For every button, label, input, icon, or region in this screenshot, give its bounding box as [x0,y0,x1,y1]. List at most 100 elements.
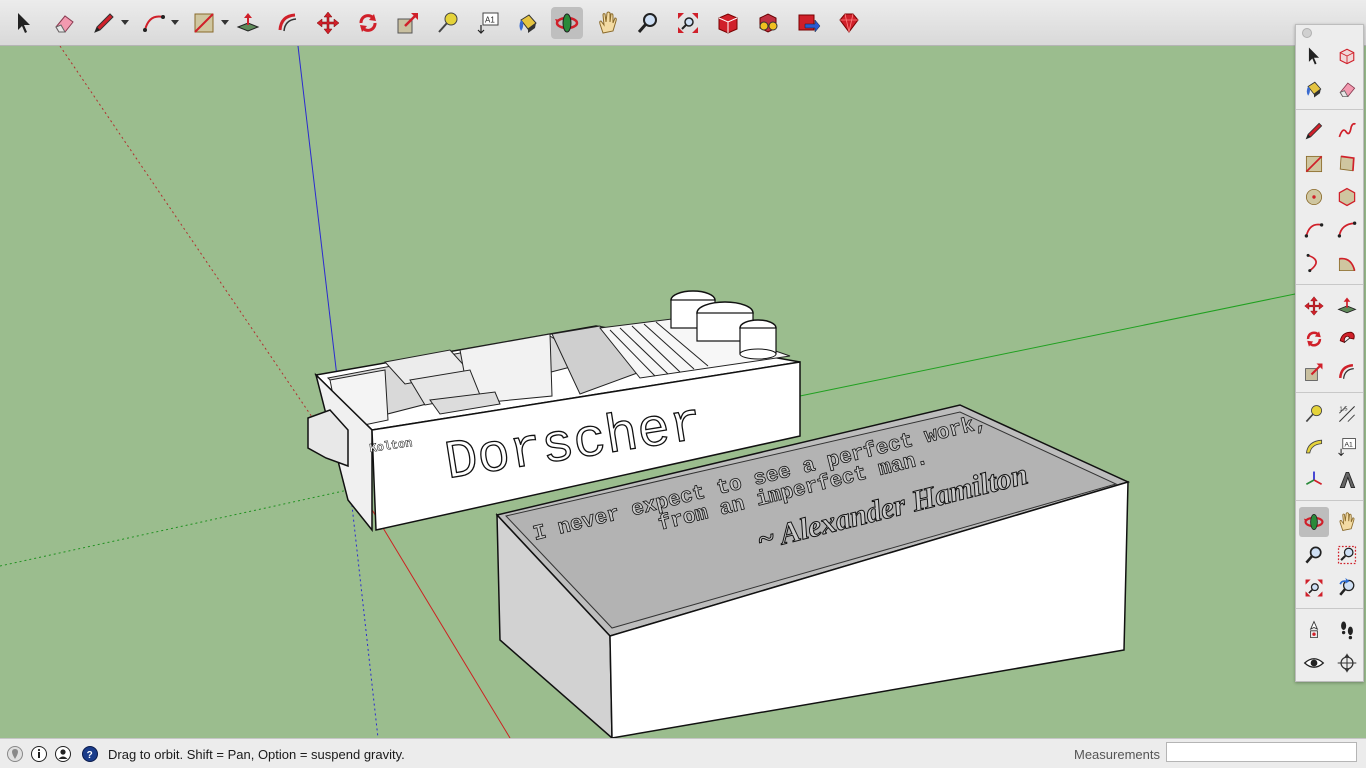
user-button[interactable] [55,746,71,762]
ruby-console-tool-button[interactable] [832,7,864,39]
palette-arc-button[interactable] [1299,215,1329,245]
palette-component-button[interactable] [1332,41,1362,71]
extension-icon [759,13,778,33]
palette-text-a1-button[interactable]: A1 [1332,432,1362,462]
text-tool-button[interactable]: A1 [472,7,504,39]
magnifier-icon [1305,546,1322,564]
zoom-extents-icon [1305,579,1323,597]
share-icon [798,14,821,33]
credits-icon [31,746,47,762]
axes-icon [1305,471,1323,485]
palette-3d-text-button[interactable] [1332,465,1362,495]
push-pull-icon [1337,297,1357,314]
move-tool-button[interactable] [312,7,344,39]
palette-offset-button[interactable] [1332,357,1362,387]
model-canvas[interactable]: I never expect to see a perfect work, fr… [0,46,1366,738]
zoom-extents-tool-button[interactable] [672,7,704,39]
palette-three-point-arc-button[interactable] [1299,248,1329,278]
push-pull-tool-button[interactable] [232,7,264,39]
red-axis-negative [59,46,349,471]
protractor-icon [1305,439,1323,454]
share-model-tool-button[interactable] [792,7,824,39]
line-tool-button[interactable] [88,7,120,39]
rotate-tool-button[interactable] [352,7,384,39]
tape-measure-tool-button[interactable] [432,7,464,39]
palette-pie-button[interactable] [1332,248,1362,278]
palette-scale-button[interactable] [1299,357,1329,387]
arc-tool-button[interactable] [138,7,170,39]
model-viewport[interactable]: I never expect to see a perfect work, fr… [0,46,1366,738]
select-tool-button[interactable] [8,7,40,39]
palette-previous-view-button[interactable] [1332,573,1362,603]
main-toolbar: A1 [0,0,1366,46]
palette-separator [1296,392,1363,393]
palette-magnifier-button[interactable] [1299,540,1329,570]
palette-axes-button[interactable] [1299,465,1329,495]
palette-two-point-arc-button[interactable] [1332,215,1362,245]
zoom-tool-button[interactable] [632,7,664,39]
pencil-icon [1305,122,1323,140]
palette-follow-me-button[interactable] [1332,324,1362,354]
palette-push-pull-button[interactable] [1332,291,1362,321]
arc-tool-dropdown-arrow[interactable] [171,20,179,25]
palette-zoom-extents-button[interactable] [1299,573,1329,603]
measurements-label: Measurements [1074,747,1160,762]
section-plane-icon [1337,653,1357,673]
help-button[interactable]: ? [82,746,98,762]
palette-look-around-button[interactable] [1299,648,1329,678]
geo-location-icon [7,746,23,762]
palette-tape-measure-button[interactable] [1299,399,1329,429]
palette-arrow-cursor-button[interactable] [1299,41,1329,71]
zoom-window-icon [1337,545,1357,565]
palette-zoom-window-button[interactable] [1332,540,1362,570]
palette-protractor-button[interactable] [1299,432,1329,462]
scale-tool-button[interactable] [392,7,424,39]
palette-dimension-button[interactable]: 1.5 [1332,399,1362,429]
offset-tool-button[interactable] [272,7,304,39]
rectangle-tool-dropdown-arrow[interactable] [221,20,229,25]
palette-rectangle-button[interactable] [1299,149,1329,179]
paint-bucket-tool-button[interactable] [512,7,544,39]
scale-icon [397,13,418,34]
palette-rotate-button[interactable] [1299,324,1329,354]
eraser-tool-button[interactable] [48,7,80,39]
pan-tool-button[interactable] [592,7,624,39]
palette-polygon-button[interactable] [1332,182,1362,212]
rectangle-tool-button[interactable] [188,7,220,39]
orbit-tool-button[interactable] [551,7,583,39]
status-bar: Drag to orbit. Shift = Pan, Option = sus… [0,738,1366,768]
palette-eraser-button[interactable] [1332,74,1362,104]
geo-location-button[interactable] [7,746,23,762]
credits-button[interactable] [31,746,47,762]
freehand-icon [1338,122,1356,138]
palette-rotated-rectangle-button[interactable] [1332,149,1362,179]
user-icon [55,746,71,762]
palette-close-button[interactable] [1302,28,1312,38]
palette-walk-button[interactable] [1332,615,1362,645]
scale-icon [1305,363,1323,381]
palette-orbit-button[interactable] [1299,507,1329,537]
palette-move-arrows-button[interactable] [1299,291,1329,321]
arrow-cursor-icon [18,13,30,33]
hand-icon [599,11,617,34]
palette-paint-bucket-button[interactable] [1299,74,1329,104]
look-around-icon [1303,658,1325,668]
palette-freehand-button[interactable] [1332,116,1362,146]
palette-pencil-button[interactable] [1299,116,1329,146]
palette-section-plane-button[interactable] [1332,648,1362,678]
3d-warehouse-tool-button[interactable] [712,7,744,39]
two-point-arc-icon [1337,221,1357,238]
line-tool-dropdown-arrow[interactable] [121,20,129,25]
measurements-input[interactable] [1166,742,1357,762]
offset-icon [1338,363,1354,379]
palette-circle-button[interactable] [1299,182,1329,212]
palette-separator [1296,109,1363,110]
palette-position-camera-button[interactable] [1299,615,1329,645]
arc-icon [1304,223,1324,238]
follow-me-icon [1339,331,1355,344]
palette-hand-button[interactable] [1332,507,1362,537]
move-arrows-icon [1304,296,1324,316]
extension-warehouse-tool-button[interactable] [752,7,784,39]
paint-bucket-icon [519,14,537,33]
eraser-icon [55,15,74,33]
